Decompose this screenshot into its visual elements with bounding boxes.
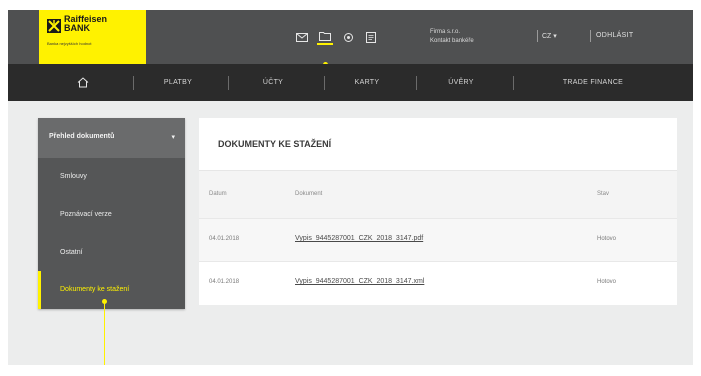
table-header: Datum Dokument Stav [199,170,677,219]
raiffeisen-logo-icon [47,19,61,33]
table-row: 04.01.2018 Vypis_9445287001_CZK_2018_314… [199,261,677,305]
divider [537,30,538,42]
sidebar-item-label: Ostatní [60,249,83,256]
mail-icon[interactable] [294,29,310,45]
column-status: Stav [597,191,610,197]
nav-divider [416,76,417,90]
chevron-down-icon: ▾ [171,134,175,141]
sidebar-header-label: Přehled dokumentů [49,133,115,140]
table-row: 04.01.2018 Vypis_9445287001_CZK_2018_314… [199,218,677,262]
page-title: DOKUMENTY KE STAŽENÍ [218,139,332,149]
nav-divider [228,76,229,90]
brand-bank: BANK [64,23,90,33]
nav-loans[interactable]: ÚVĚRY [426,64,496,101]
user-info[interactable]: Firma s.r.o. Kontakt bankéře [430,28,474,46]
document-link[interactable]: Vypis_9445287001_CZK_2018_3147.pdf [295,235,423,242]
row-date: 04.01.2018 [209,236,240,242]
nav-divider [324,76,325,90]
nav-accounts[interactable]: ÚČTY [238,64,308,101]
sidebar-item-contracts[interactable]: Smlouvy [38,158,185,196]
header-icon-group [294,29,379,45]
user-contact: Kontakt bankéře [430,38,474,44]
document-icon[interactable] [363,29,379,45]
nav-divider [133,76,134,90]
nav-payments[interactable]: PLATBY [143,64,213,101]
main-nav: PLATBY ÚČTY KARTY ÚVĚRY TRADE FINANCE [8,64,693,101]
nav-home[interactable] [48,64,118,101]
brand-tagline: Banka nejvyšších hodnot [47,41,92,46]
column-document: Dokument [295,191,323,197]
sidebar-item-label: Poznávací verze [60,211,112,218]
nav-trade-finance[interactable]: TRADE FINANCE [538,64,648,101]
top-header: Raiffeisen BANK Banka nejvyšších hodnot … [8,10,693,64]
sidebar-item-versions[interactable]: Poznávací verze [38,196,185,234]
bank-logo[interactable]: Raiffeisen BANK Banka nejvyšších hodnot [39,10,146,64]
sidebar-item-other[interactable]: Ostatní [38,234,185,272]
home-icon [77,77,89,88]
language-select[interactable]: CZ ▾ [542,32,557,40]
user-company: Firma s.r.o. [430,29,461,35]
sidebar-item-downloads[interactable]: Dokumenty ke stažení [38,271,185,309]
column-date: Datum [209,191,227,197]
row-status: Hotovo [597,236,617,242]
nav-cards[interactable]: KARTY [332,64,402,101]
logout-link[interactable]: ODHLÁSIT [596,32,633,39]
folder-icon[interactable] [317,29,333,45]
nav-divider [513,76,514,90]
sidebar-item-label: Smlouvy [60,173,87,180]
settings-icon[interactable] [340,29,356,45]
app-window: Raiffeisen BANK Banka nejvyšších hodnot … [8,10,693,365]
sidebar-item-label: Dokumenty ke stažení [60,286,130,293]
documents-sidebar: Přehled dokumentů ▾ Smlouvy Poznávací ve… [38,118,185,309]
row-status: Hotovo [597,279,617,285]
downloads-panel: DOKUMENTY KE STAŽENÍ Datum Dokument Stav… [199,118,677,305]
sidebar-header[interactable]: Přehled dokumentů ▾ [38,118,185,158]
row-date: 04.01.2018 [209,279,240,285]
divider [590,30,591,42]
document-link[interactable]: Vypis_9445287001_CZK_2018_3147.xml [295,278,424,285]
callout-line [104,302,105,365]
